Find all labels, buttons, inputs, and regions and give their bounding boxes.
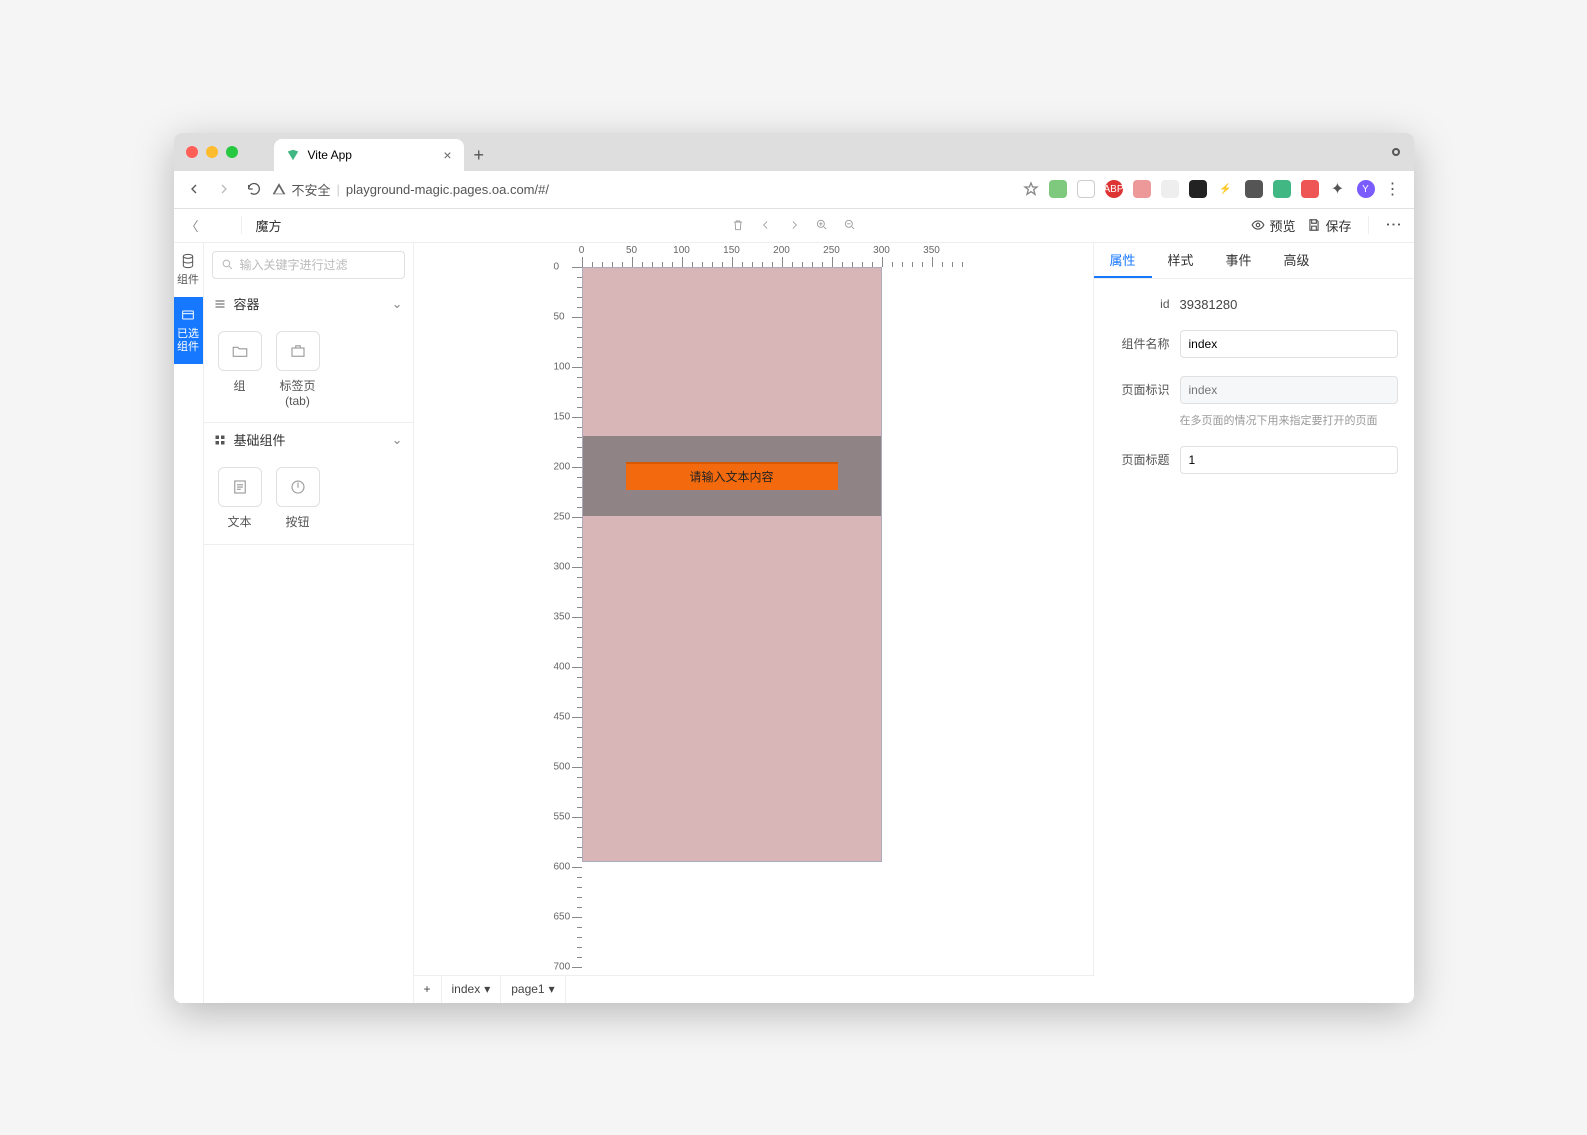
canvas-controls bbox=[731, 218, 857, 232]
back-button[interactable]: 〈 bbox=[186, 216, 199, 235]
trash-icon[interactable] bbox=[731, 218, 745, 232]
browser-window: Vite App × + 不安全 | playground-magic.page… bbox=[174, 133, 1414, 1003]
extensions: ABP ⚡ ✦ Y bbox=[1049, 180, 1375, 198]
account-icon[interactable] bbox=[1392, 148, 1400, 156]
tab-title: Vite App bbox=[308, 148, 352, 162]
inspector-tabs: 属性 样式 事件 高级 bbox=[1094, 243, 1414, 279]
label-page-title: 页面标题 bbox=[1110, 451, 1170, 468]
nav-buttons bbox=[186, 181, 262, 197]
search-placeholder: 输入关键字进行过滤 bbox=[240, 256, 348, 273]
ext-icon[interactable] bbox=[1189, 180, 1207, 198]
value-id: 39381280 bbox=[1180, 297, 1238, 312]
url-text: playground-magic.pages.oa.com/#/ bbox=[346, 182, 549, 197]
input-name[interactable] bbox=[1180, 330, 1398, 358]
caret-down-icon: ▾ bbox=[549, 975, 555, 1003]
prev-icon[interactable] bbox=[759, 218, 773, 232]
component-panel: 输入关键字进行过滤 容器 ⌄ 组 标签页 (tab) bbox=[204, 243, 414, 1003]
titlebar: Vite App × + bbox=[174, 133, 1414, 171]
menu-icon[interactable]: ⋮ bbox=[1385, 179, 1402, 199]
band-container[interactable]: 请输入文本内容 bbox=[583, 436, 881, 516]
security-label: 不安全 bbox=[292, 180, 331, 199]
ext-icon[interactable] bbox=[1161, 180, 1179, 198]
zoom-out-icon[interactable] bbox=[843, 218, 857, 232]
layers-icon bbox=[180, 307, 196, 323]
label-name: 组件名称 bbox=[1110, 335, 1170, 352]
database-icon bbox=[180, 253, 196, 269]
comp-group[interactable]: 组 bbox=[218, 331, 262, 408]
ext-icon[interactable] bbox=[1245, 180, 1263, 198]
caret-down-icon: ▾ bbox=[484, 975, 490, 1003]
section-container[interactable]: 容器 ⌄ bbox=[204, 287, 413, 321]
tab-style[interactable]: 样式 bbox=[1152, 243, 1210, 278]
tab-advanced[interactable]: 高级 bbox=[1268, 243, 1326, 278]
text-icon bbox=[231, 478, 249, 496]
search-input[interactable]: 输入关键字进行过滤 bbox=[212, 251, 405, 279]
ext-icon[interactable] bbox=[1301, 180, 1319, 198]
page-tabs-bar: + index ▾ page1 ▾ bbox=[414, 975, 1094, 1003]
ext-vue-icon[interactable] bbox=[1273, 180, 1291, 198]
ext-icon[interactable] bbox=[1049, 180, 1067, 198]
reload-icon[interactable] bbox=[246, 181, 262, 197]
folder-icon bbox=[231, 342, 249, 360]
hint-text: 在多页面的情况下用来指定要打开的页面 bbox=[1110, 412, 1398, 428]
back-icon[interactable] bbox=[186, 181, 202, 197]
add-page-button[interactable]: + bbox=[414, 975, 442, 1003]
star-icon[interactable] bbox=[1023, 181, 1039, 197]
save-button[interactable]: 保存 bbox=[1307, 216, 1351, 235]
more-icon[interactable]: ⋮ bbox=[1383, 217, 1403, 234]
ext-icon[interactable] bbox=[1133, 180, 1151, 198]
chevron-down-icon: ⌄ bbox=[392, 296, 403, 312]
tab-attr[interactable]: 属性 bbox=[1094, 243, 1152, 278]
address-bar: 不安全 | playground-magic.pages.oa.com/#/ A… bbox=[174, 171, 1414, 209]
puzzle-icon[interactable]: ✦ bbox=[1329, 180, 1347, 198]
grid-icon bbox=[214, 434, 226, 446]
page-tab-page1[interactable]: page1 ▾ bbox=[501, 975, 565, 1003]
rail-selected[interactable]: 已选 组件 bbox=[174, 297, 203, 364]
rail-components[interactable]: 组件 bbox=[174, 243, 203, 297]
text-placeholder[interactable]: 请输入文本内容 bbox=[626, 462, 838, 490]
ext-icon[interactable] bbox=[1077, 180, 1095, 198]
label-id: id bbox=[1110, 297, 1170, 311]
page-tab-index[interactable]: index ▾ bbox=[442, 975, 502, 1003]
url-box[interactable]: 不安全 | playground-magic.pages.oa.com/#/ bbox=[272, 180, 549, 199]
avatar-icon[interactable]: Y bbox=[1357, 180, 1375, 198]
comp-button[interactable]: 按钮 bbox=[276, 467, 320, 530]
browser-tab[interactable]: Vite App × bbox=[274, 139, 464, 171]
ruler-vertical: 0501001502002503003504004505005506006507… bbox=[552, 267, 582, 975]
zoom-in-icon[interactable] bbox=[815, 218, 829, 232]
input-page-key bbox=[1180, 376, 1398, 404]
comp-tab[interactable]: 标签页 (tab) bbox=[276, 331, 320, 408]
grid-icon bbox=[214, 298, 226, 310]
close-icon[interactable]: × bbox=[443, 147, 451, 163]
briefcase-icon bbox=[289, 342, 307, 360]
ruler-horizontal: 050100150200250300350 bbox=[582, 243, 1094, 267]
ext-icon[interactable]: ⚡ bbox=[1217, 180, 1235, 198]
tab-event[interactable]: 事件 bbox=[1210, 243, 1268, 278]
chevron-down-icon: ⌄ bbox=[392, 432, 403, 448]
warning-icon bbox=[272, 182, 286, 196]
forward-icon[interactable] bbox=[216, 181, 232, 197]
app-title: 魔方 bbox=[256, 216, 282, 235]
ext-abp-icon[interactable]: ABP bbox=[1105, 180, 1123, 198]
power-icon bbox=[289, 478, 307, 496]
canvas-area[interactable]: 050100150200250300350 050100150200250300… bbox=[414, 243, 1094, 975]
preview-button[interactable]: 预览 bbox=[1251, 216, 1295, 235]
left-rail: 组件 已选 组件 bbox=[174, 243, 204, 1003]
vite-icon bbox=[286, 148, 300, 162]
search-icon bbox=[221, 258, 234, 271]
label-page-key: 页面标识 bbox=[1110, 381, 1170, 398]
artboard[interactable]: 请输入文本内容 bbox=[582, 267, 882, 862]
app-toolbar: 〈 魔方 预览 保存 ⋮ bbox=[174, 209, 1414, 243]
toolbar-right: 预览 保存 ⋮ bbox=[1251, 215, 1401, 235]
input-page-title[interactable] bbox=[1180, 446, 1398, 474]
comp-text[interactable]: 文本 bbox=[218, 467, 262, 530]
new-tab-button[interactable]: + bbox=[474, 145, 485, 166]
next-icon[interactable] bbox=[787, 218, 801, 232]
window-controls[interactable] bbox=[186, 146, 238, 158]
section-basic[interactable]: 基础组件 ⌄ bbox=[204, 423, 413, 457]
inspector-panel: 属性 样式 事件 高级 id 39381280 组件名称 页面标识 在多页面的情况… bbox=[1094, 243, 1414, 1003]
